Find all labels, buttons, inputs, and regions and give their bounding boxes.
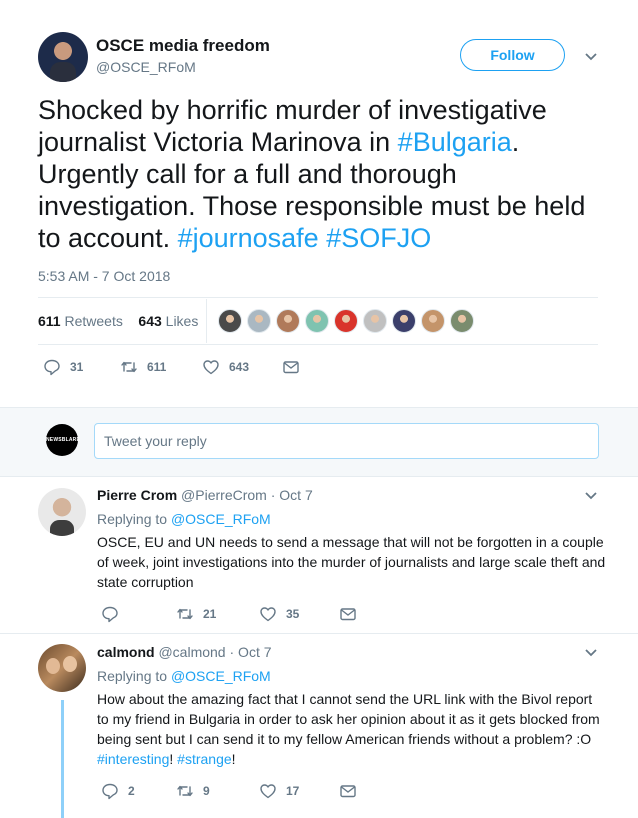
heart-icon <box>260 784 276 799</box>
author-name[interactable]: OSCE media freedom <box>96 36 270 56</box>
reply-author-handle[interactable]: @PierreCrom <box>181 487 267 503</box>
liker-avatar[interactable] <box>334 309 358 333</box>
hashtag-interesting[interactable]: #interesting <box>97 751 169 767</box>
author-handle[interactable]: @OSCE_RFoM <box>96 59 196 75</box>
replying-to-handle[interactable]: @OSCE_RFoM <box>171 511 271 527</box>
current-user-avatar[interactable]: NEWSBLARE <box>46 424 80 456</box>
replying-to-label: Replying to <box>97 511 171 527</box>
retweet-icon <box>177 785 193 797</box>
liker-avatar[interactable] <box>363 309 387 333</box>
liker-avatar[interactable] <box>247 309 271 333</box>
reply-header: calmond @calmond · Oct 7 <box>97 644 272 660</box>
retweet-action[interactable]: 611 <box>120 358 166 376</box>
chevron-down-icon[interactable] <box>584 645 598 659</box>
message-action[interactable] <box>339 605 366 623</box>
heart-icon <box>203 360 219 375</box>
retweet-action[interactable]: 21 <box>176 605 216 623</box>
reply-text-mid: ! <box>169 751 178 767</box>
divider <box>0 633 638 634</box>
reply-action[interactable] <box>101 605 128 623</box>
like-action[interactable]: 17 <box>259 782 299 800</box>
likes-label: Likes <box>165 313 199 329</box>
hashtag-strange[interactable]: #strange <box>177 751 231 767</box>
reply-icon <box>102 783 118 800</box>
retweet-icon <box>177 608 193 620</box>
reply-text-body: How about the amazing fact that I cannot… <box>97 691 600 747</box>
reply-text: OSCE, EU and UN needs to send a message … <box>97 534 606 590</box>
liker-avatar[interactable] <box>276 309 300 333</box>
chevron-down-icon[interactable] <box>584 488 598 502</box>
replying-to: Replying to @OSCE_RFoM <box>97 668 271 684</box>
replying-to-handle[interactable]: @OSCE_RFoM <box>171 668 271 684</box>
retweet-count: 9 <box>203 784 210 798</box>
retweet-count: 611 <box>147 360 167 374</box>
reply-author-name[interactable]: Pierre Crom <box>97 487 177 503</box>
like-count: 35 <box>286 607 300 621</box>
retweet-action[interactable]: 9 <box>176 782 210 800</box>
reply-avatar[interactable] <box>38 488 86 536</box>
reply-input[interactable]: Tweet your reply <box>94 423 599 459</box>
like-count: 643 <box>229 360 250 374</box>
replying-to-label: Replying to <box>97 668 171 684</box>
stats-separator <box>206 299 207 343</box>
heart-icon <box>260 607 276 622</box>
like-action[interactable]: 643 <box>202 358 249 376</box>
follow-button[interactable]: Follow <box>460 39 565 71</box>
retweets-count: 611 <box>38 313 61 329</box>
liker-avatar[interactable] <box>218 309 242 333</box>
reply-header: Pierre Crom @PierreCrom · Oct 7 <box>97 487 313 503</box>
author-avatar[interactable] <box>38 32 88 82</box>
replying-to: Replying to @OSCE_RFoM <box>97 511 271 527</box>
liker-avatar[interactable] <box>305 309 329 333</box>
tweet-text: Shocked by horrific murder of investigat… <box>38 94 608 254</box>
reply-icon <box>102 606 118 623</box>
message-action[interactable] <box>282 358 309 376</box>
chevron-down-icon[interactable] <box>584 49 598 63</box>
reply-action[interactable]: 2 <box>101 782 135 800</box>
retweet-count: 21 <box>203 607 217 621</box>
retweets-label: Retweets <box>64 313 123 329</box>
likes-stat[interactable]: 643 Likes <box>138 313 198 329</box>
reply-action[interactable]: 31 <box>43 358 83 376</box>
reply-icon <box>44 359 60 376</box>
reply-count: 31 <box>70 360 84 374</box>
reply-date[interactable]: · Oct 7 <box>230 644 272 660</box>
tweet-timestamp[interactable]: 5:53 AM - 7 Oct 2018 <box>38 268 170 284</box>
reply-text: How about the amazing fact that I cannot… <box>97 689 607 769</box>
reply-text-end: ! <box>231 751 236 767</box>
envelope-icon <box>283 361 299 374</box>
hashtag-journosafe[interactable]: #journosafe <box>178 223 319 253</box>
reply-date[interactable]: · Oct 7 <box>271 487 313 503</box>
divider <box>38 297 598 298</box>
retweet-icon <box>121 361 137 373</box>
likes-count: 643 <box>138 313 162 329</box>
reply-author-handle[interactable]: @calmond <box>158 644 225 660</box>
retweets-stat[interactable]: 611 Retweets <box>38 313 123 329</box>
like-action[interactable]: 35 <box>259 605 299 623</box>
liker-avatar[interactable] <box>450 309 474 333</box>
liker-avatar[interactable] <box>421 309 445 333</box>
envelope-icon <box>340 608 356 621</box>
envelope-icon <box>340 785 356 798</box>
liker-avatars <box>218 309 479 335</box>
hashtag-bulgaria[interactable]: #Bulgaria <box>398 127 512 157</box>
liker-avatar[interactable] <box>392 309 416 333</box>
like-count: 17 <box>286 784 300 798</box>
hashtag-sofjo[interactable]: #SOFJO <box>326 223 431 253</box>
thread-connector <box>61 700 64 818</box>
tweet-stats: 611 Retweets 643 Likes <box>38 313 198 329</box>
reply-avatar[interactable] <box>38 644 86 692</box>
divider <box>38 344 598 345</box>
message-action[interactable] <box>339 782 366 800</box>
reply-author-name[interactable]: calmond <box>97 644 155 660</box>
reply-count: 2 <box>128 784 135 798</box>
